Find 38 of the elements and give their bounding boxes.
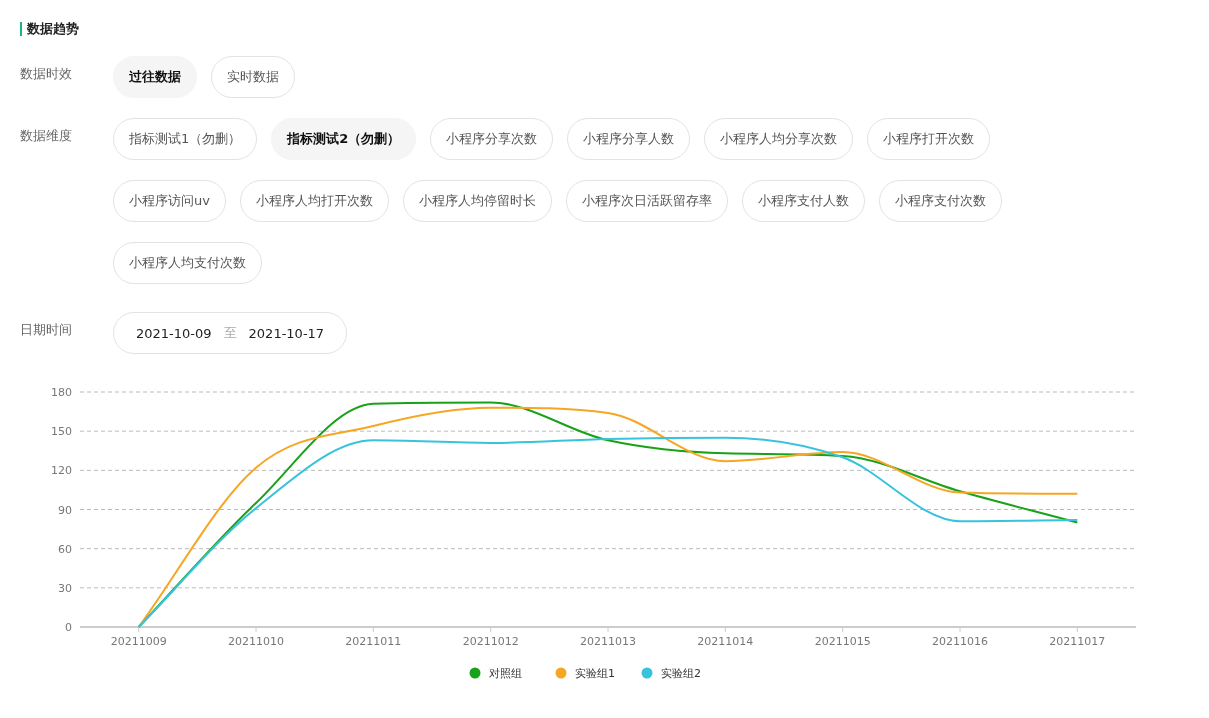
option-chip[interactable]: 小程序打开次数: [867, 118, 991, 160]
axis-label: 20211016: [932, 635, 988, 648]
option-chip[interactable]: 小程序人均打开次数: [239, 180, 389, 222]
legend-label[interactable]: 实验组1: [575, 667, 615, 680]
axis-label: 180: [51, 386, 72, 399]
option-chip[interactable]: 小程序支付次数: [878, 180, 1002, 222]
field-label: 数据维度: [20, 127, 73, 145]
option-chip[interactable]: 过往数据: [113, 56, 197, 98]
option-chip[interactable]: 指标测试1（勿删）: [113, 118, 258, 160]
option-chip[interactable]: 小程序人均支付次数: [113, 242, 262, 284]
option-chip[interactable]: 小程序分享次数: [430, 118, 554, 160]
field-label: 日期时间: [20, 321, 73, 339]
option-chip[interactable]: 小程序支付人数: [741, 180, 865, 222]
axis-label: 20211010: [228, 635, 284, 648]
axis-label: 20211015: [814, 635, 871, 648]
option-chip[interactable]: 实时数据: [211, 56, 295, 98]
section-title: 数据趋势: [20, 22, 79, 36]
axis-label: 0: [65, 621, 72, 634]
option-chip[interactable]: 小程序访问uv: [113, 180, 226, 222]
axis-label: 120: [51, 464, 72, 478]
field-label: 数据时效: [20, 65, 73, 83]
axis-label: 150: [51, 425, 72, 439]
axis-label: 20211013: [580, 635, 636, 648]
axis-label: 20211011: [345, 635, 402, 648]
axis-label: 90: [58, 503, 72, 517]
option-chip[interactable]: 小程序人均分享次数: [704, 118, 854, 160]
axis-label: 60: [58, 542, 72, 556]
axis-label: 20211009: [110, 635, 167, 648]
option-chip[interactable]: 小程序分享人数: [567, 118, 691, 160]
axis-label: 20211012: [462, 635, 519, 648]
option-chip[interactable]: 指标测试2（勿删）: [271, 118, 417, 160]
axis-label: 20211017: [1049, 635, 1106, 648]
legend-label[interactable]: 对照组: [489, 667, 522, 680]
axis-label: 20211014: [697, 635, 754, 648]
option-chip[interactable]: 小程序次日活跃留存率: [565, 180, 728, 222]
axis-label: 30: [58, 581, 72, 595]
option-chip[interactable]: 小程序人均停留时长: [402, 180, 552, 222]
legend-label[interactable]: 实验组2: [661, 667, 701, 680]
